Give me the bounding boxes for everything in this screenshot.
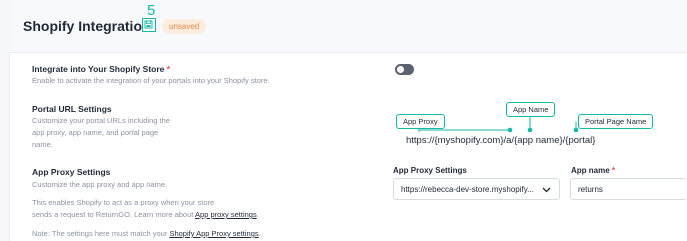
portal-url-desc-line: name. — [32, 140, 53, 149]
app-name-label-text: App name — [571, 166, 610, 175]
note-text-suffix: . — [258, 229, 261, 238]
app-proxy-note: Note: The settings here must match your … — [32, 228, 261, 240]
app-proxy-description: Customize the app proxy and app name. — [32, 180, 168, 189]
app-proxy-settings-link[interactable]: App proxy settings — [195, 210, 257, 219]
save-icon[interactable] — [142, 18, 156, 32]
url-example: https://{myshopify.com}/a/{app name}/{po… — [406, 135, 596, 146]
app-name-input[interactable]: returns — [570, 178, 687, 200]
app-proxy-title: App Proxy Settings — [32, 167, 111, 177]
portal-url-title: Portal URL Settings — [32, 104, 112, 114]
portal-url-desc-line: app proxy, app name, and portal page — [32, 128, 159, 137]
app-proxy-info: This enables Shopify to act as a proxy w… — [32, 197, 259, 221]
step-number: 5 — [147, 2, 156, 19]
callout-app-name: App Name — [506, 102, 556, 117]
integrate-title-text: Integrate into Your Shopify Store — [32, 64, 165, 74]
page-title: Shopify Integration — [23, 18, 151, 34]
chevron-down-icon — [542, 186, 551, 195]
toggle-knob — [397, 66, 404, 73]
portal-url-description: Customize your portal URLs including the… — [32, 115, 170, 151]
app-proxy-info-line: sends a request to ReturnGO. Learn more … — [32, 209, 259, 221]
app-proxy-select-label: App Proxy Settings — [393, 166, 467, 175]
shopify-app-proxy-settings-link[interactable]: Shopify App Proxy settings — [169, 229, 258, 238]
portal-url-desc-line: Customize your portal URLs including the — [32, 116, 170, 125]
callout-portal-page-name: Portal Page Name — [578, 114, 654, 129]
status-badge: unsaved — [162, 19, 207, 34]
app-name-label: App name * — [571, 166, 615, 175]
note-text: Note: The settings here must match your — [32, 229, 170, 238]
required-mark: * — [611, 166, 616, 175]
info-text: sends a request to ReturnGO. Learn more … — [32, 210, 196, 219]
app-name-input-value: returns — [578, 185, 603, 194]
integrate-description: Enable to activate the integration of yo… — [32, 76, 270, 85]
app-proxy-info-line: This enables Shopify to act as a proxy w… — [32, 198, 215, 207]
app-proxy-select-value: https://rebecca-dev-store.myshopify... — [401, 185, 534, 194]
required-mark: * — [166, 64, 171, 74]
integrate-toggle[interactable] — [395, 64, 414, 75]
callout-app-proxy: App Proxy — [396, 114, 445, 129]
integrate-title: Integrate into Your Shopify Store * — [32, 64, 170, 74]
app-proxy-select[interactable]: https://rebecca-dev-store.myshopify... — [393, 178, 560, 200]
info-text-suffix: . — [256, 210, 259, 219]
